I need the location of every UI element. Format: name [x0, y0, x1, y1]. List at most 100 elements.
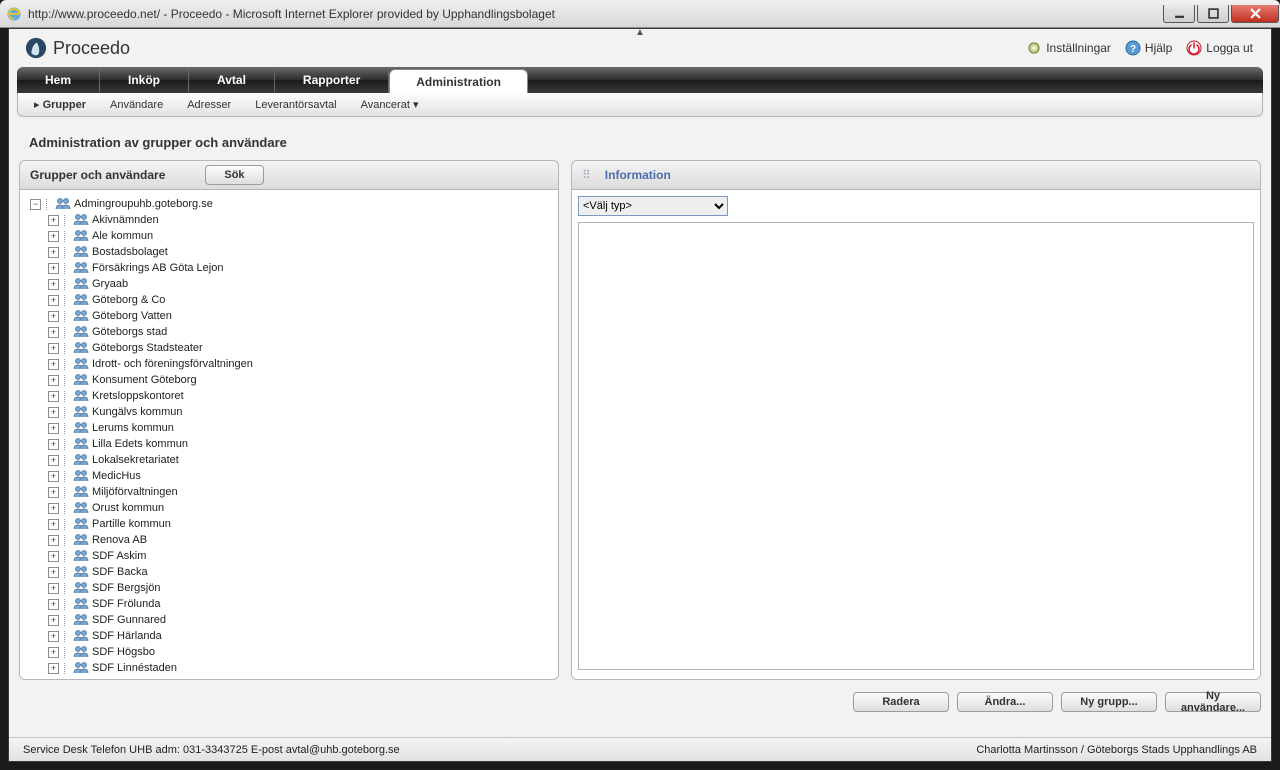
expand-icon[interactable]: + — [48, 471, 59, 482]
tree-root-node[interactable]: − Admingroupuhb.goteborg.se — [26, 196, 552, 212]
tree-node-label[interactable]: Partille kommun — [92, 516, 171, 532]
tree-node-label[interactable]: Lerums kommun — [92, 420, 174, 436]
tree-node[interactable]: + SDF Bergsjön — [26, 580, 552, 596]
tree-node-label[interactable]: Admingroupuhb.goteborg.se — [74, 196, 213, 212]
tree-node[interactable]: + Konsument Göteborg — [26, 372, 552, 388]
tree-node-label[interactable]: Göteborg Vatten — [92, 308, 172, 324]
tree-node[interactable]: + Lerums kommun — [26, 420, 552, 436]
sub-nav-item[interactable]: Avancerat ▾ — [361, 98, 419, 111]
expand-icon[interactable]: + — [48, 231, 59, 242]
tree-node[interactable]: + Akivnämnden — [26, 212, 552, 228]
main-tab-administration[interactable]: Administration — [389, 69, 528, 93]
expand-icon[interactable]: + — [48, 423, 59, 434]
tree-node-label[interactable]: Kungälvs kommun — [92, 404, 183, 420]
tree-node-label[interactable]: SDF Bergsjön — [92, 580, 160, 596]
tree-node[interactable]: + Orust kommun — [26, 500, 552, 516]
sub-nav-item[interactable]: Leverantörsavtal — [255, 99, 336, 111]
expand-icon[interactable]: + — [48, 439, 59, 450]
tree-node-label[interactable]: Göteborgs Stadsteater — [92, 340, 203, 356]
tree-node-label[interactable]: Miljöförvaltningen — [92, 484, 178, 500]
expand-icon[interactable]: + — [48, 647, 59, 658]
tree-node-label[interactable]: Akivnämnden — [92, 212, 159, 228]
tree-scroll-area[interactable]: − Admingroupuhb.goteborg.se + Akivnämnden + A… — [22, 192, 556, 677]
window-minimize-button[interactable] — [1163, 5, 1195, 23]
expand-icon[interactable]: + — [48, 311, 59, 322]
tree-node-label[interactable]: Kretsloppskontoret — [92, 388, 184, 404]
tree-node-label[interactable]: SDF Linnéstaden — [92, 660, 177, 676]
tree-node-label[interactable]: Orust kommun — [92, 500, 164, 516]
expand-icon[interactable]: + — [48, 375, 59, 386]
tree-node[interactable]: + SDF Härlanda — [26, 628, 552, 644]
tree-node[interactable]: +Göteborgs stad — [26, 324, 552, 340]
tree-node-label[interactable]: SDF Härlanda — [92, 628, 162, 644]
expand-icon[interactable]: + — [48, 343, 59, 354]
tree-node-label[interactable]: SDF Gunnared — [92, 612, 166, 628]
expand-icon[interactable]: + — [48, 263, 59, 274]
tree-node-label[interactable]: Försäkrings AB Göta Lejon — [92, 260, 223, 276]
tree-node-label[interactable]: Ale kommun — [92, 228, 153, 244]
tree-node[interactable]: + Renova AB — [26, 532, 552, 548]
expand-icon[interactable]: + — [48, 327, 59, 338]
tree-node[interactable]: + Ale kommun — [26, 228, 552, 244]
tree-node-label[interactable]: Lilla Edets kommun — [92, 436, 188, 452]
type-select[interactable]: <Välj typ> — [578, 196, 728, 216]
collapse-icon[interactable]: − — [30, 199, 41, 210]
expand-icon[interactable]: + — [48, 391, 59, 402]
expand-icon[interactable]: + — [48, 567, 59, 578]
expand-icon[interactable]: + — [48, 487, 59, 498]
tree-node[interactable]: + Göteborgs Stadsteater — [26, 340, 552, 356]
tree-node[interactable]: + Bostadsbolaget — [26, 244, 552, 260]
sub-nav-item[interactable]: Grupper — [34, 98, 86, 111]
tree-node[interactable]: + Miljöförvaltningen — [26, 484, 552, 500]
expand-icon[interactable]: + — [48, 663, 59, 674]
search-button[interactable]: Sök — [205, 165, 263, 185]
tree-node[interactable]: + SDF Högsbo — [26, 644, 552, 660]
expand-icon[interactable]: + — [48, 535, 59, 546]
header-settings-link[interactable]: Inställningar — [1026, 40, 1111, 56]
tree-node[interactable]: + Kretsloppskontoret — [26, 388, 552, 404]
new-user-button[interactable]: Ny användare... — [1165, 692, 1261, 712]
expand-icon[interactable]: + — [48, 279, 59, 290]
expand-icon[interactable]: + — [48, 247, 59, 258]
expand-icon[interactable]: + — [48, 215, 59, 226]
tree-node[interactable]: + Idrott- och föreningsförvaltningen — [26, 356, 552, 372]
sub-nav-item[interactable]: Adresser — [187, 99, 231, 111]
tree-node-label[interactable]: Lokalsekretariatet — [92, 452, 179, 468]
tree-node-label[interactable]: Renova AB — [92, 532, 147, 548]
header-logout-link[interactable]: Logga ut — [1186, 40, 1253, 56]
main-tab-hem[interactable]: Hem — [17, 67, 100, 93]
tree-node-label[interactable]: Idrott- och föreningsförvaltningen — [92, 356, 253, 372]
tree-node[interactable]: + Göteborg & Co — [26, 292, 552, 308]
expand-icon[interactable]: + — [48, 295, 59, 306]
expand-icon[interactable]: + — [48, 583, 59, 594]
expand-icon[interactable]: + — [48, 519, 59, 530]
expand-icon[interactable]: + — [48, 599, 59, 610]
expand-icon[interactable]: + — [48, 615, 59, 626]
tree-node-label[interactable]: SDF Backa — [92, 564, 148, 580]
tree-node-label[interactable]: SDF Frölunda — [92, 596, 160, 612]
tree-node-label[interactable]: SDF Högsbo — [92, 644, 155, 660]
expand-icon[interactable]: + — [48, 631, 59, 642]
new-group-button[interactable]: Ny grupp... — [1061, 692, 1157, 712]
tree-node-label[interactable]: Göteborg & Co — [92, 292, 165, 308]
expand-icon[interactable]: + — [48, 359, 59, 370]
main-tab-avtal[interactable]: Avtal — [189, 67, 275, 93]
tree-node-label[interactable]: Bostadsbolaget — [92, 244, 168, 260]
window-maximize-button[interactable] — [1197, 5, 1229, 23]
tree-node[interactable]: +MedicHus — [26, 468, 552, 484]
tree-node[interactable]: + SDF Backa — [26, 564, 552, 580]
tree-node-label[interactable]: Gryaab — [92, 276, 128, 292]
tree-node[interactable]: + Göteborg Vatten — [26, 308, 552, 324]
tree-node-label[interactable]: Konsument Göteborg — [92, 372, 197, 388]
tree-node[interactable]: +Lokalsekretariatet — [26, 452, 552, 468]
tree-node[interactable]: + Partille kommun — [26, 516, 552, 532]
tree-node[interactable]: + SDF Frölunda — [26, 596, 552, 612]
tree-node[interactable]: +Kungälvs kommun — [26, 404, 552, 420]
sub-nav-item[interactable]: Användare — [110, 99, 163, 111]
window-close-button[interactable] — [1231, 5, 1279, 23]
tree-node[interactable]: + SDF Linnéstaden — [26, 660, 552, 676]
tree-node[interactable]: + SDF Gunnared — [26, 612, 552, 628]
expand-icon[interactable]: + — [48, 551, 59, 562]
expand-icon[interactable]: + — [48, 503, 59, 514]
tree-node-label[interactable]: SDF Askim — [92, 548, 146, 564]
